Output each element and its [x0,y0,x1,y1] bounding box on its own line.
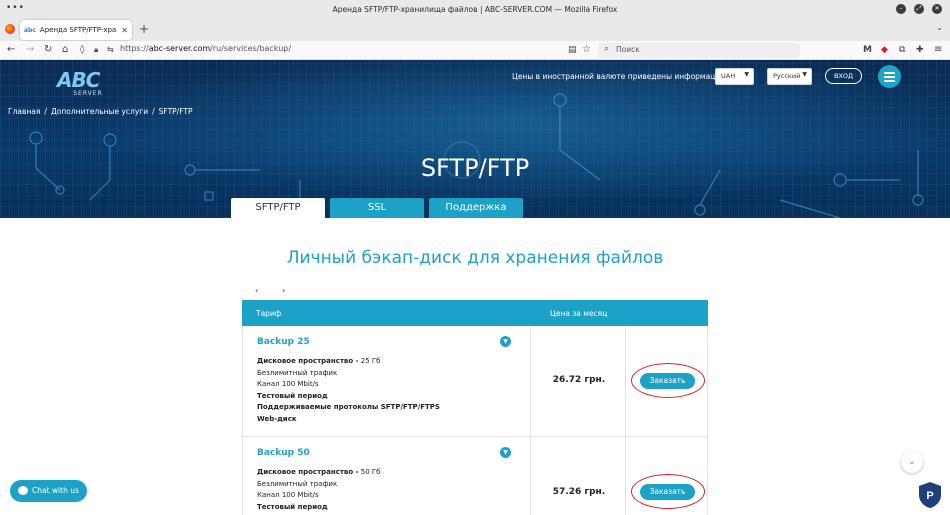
language-select[interactable]: Русский ▼ [767,68,812,85]
back-icon[interactable]: ← [7,44,15,56]
section-heading: Личный бэкап-диск для хранения файлов [286,248,664,268]
pricing-table: Тариф Цена за месяц 26.72 грн. Backup 25… [242,300,708,515]
tab-ssl[interactable]: SSL [330,198,424,218]
breadcrumb-home[interactable]: Главная [8,107,40,116]
gmail-icon[interactable]: M [863,44,872,56]
firefox-icon [5,24,15,34]
url-field[interactable]: https://abc-server.com/ru/services/backu… [120,44,291,53]
service-tabs: SFTP/FTP SSL Поддержка [231,198,523,218]
tab-sftp-ftp[interactable]: SFTP/FTP [231,198,325,218]
table-header: Тариф Цена за месяц [242,300,708,326]
page-title: SFTP/FTP [420,154,530,182]
forward-icon[interactable]: → [26,44,34,56]
new-tab-icon[interactable]: + [139,22,149,36]
pager-next-icon[interactable]: › [282,286,285,295]
search-input[interactable]: ⌕ Поиск [598,43,800,58]
abc-server-logo[interactable]: ABC SERVER [57,68,119,108]
caret-down-icon: ▼ [802,71,807,78]
plan-features: Дисковое пространство - 50 Гб Безлимитны… [257,468,381,511]
table-row: 57.26 грн. Backup 50 ▼ Дисковое простран… [242,437,708,515]
close-tab-icon[interactable]: ✕ [121,26,128,35]
highlight-ring [631,363,705,398]
price-value: 26.72 грн. [552,375,606,385]
plan-features: Дисковое пространство - 25 Гб Безлимитны… [257,357,440,423]
privacy-shield-icon[interactable]: P [918,481,942,509]
minimize-icon[interactable]: – [896,4,906,14]
currency-note: Цены в иностранной валюте приведены инфо… [512,72,740,81]
chevron-down-icon[interactable]: ▼ [500,447,511,458]
price-cell: 57.26 грн. [530,437,626,515]
app-menu-icon[interactable]: ≡ [934,44,942,56]
close-window-icon[interactable]: ✕ [932,4,942,14]
tab-support[interactable]: Поддержка [429,198,523,218]
chevron-down-icon[interactable]: ▼ [500,336,511,347]
breadcrumb-current: SFTP/FTP [158,107,193,116]
table-row: 26.72 грн. Backup 25 ▼ Дисковое простран… [242,326,708,437]
login-button[interactable]: ВХОД [825,68,862,84]
column-header-tariff: Тариф [256,309,282,318]
tab-title: Аренда SFTP/FTP-хранилища [39,26,117,34]
search-icon: ⌕ [604,44,610,54]
extension-shield-icon[interactable]: ◆ [881,44,888,56]
scroll-down-icon[interactable]: ⌄ [901,451,923,473]
price-value: 57.26 грн. [552,487,606,497]
breadcrumb-separator: / [44,107,47,116]
browser-tab[interactable]: abc Аренда SFTP/FTP-хранилища ✕ [20,20,132,40]
window-menu-icon[interactable]: ••• [6,3,25,13]
chat-button[interactable]: Chat with us [10,480,87,502]
home-icon[interactable]: ⌂ [62,44,68,56]
hero-banner: ABC SERVER Цены в иностранной валюте при… [0,60,950,218]
chat-bubble-icon [18,486,28,495]
list-tabs-icon[interactable]: ⌄ [936,23,943,32]
plan-name[interactable]: Backup 50 [257,448,310,458]
screenshot-icon[interactable]: ⧉ [899,44,905,56]
plan-name[interactable]: Backup 25 [257,337,310,347]
currency-select[interactable]: UAH ▼ [715,68,754,85]
breadcrumb-separator: / [152,107,155,116]
svg-text:P: P [926,490,933,502]
reload-icon[interactable]: ↻ [44,44,52,56]
pager-prev-icon[interactable]: ‹ [255,286,258,295]
window-title-bar: ••• Аренда SFTP/FTP-хранилища файлов | A… [0,0,950,18]
tab-strip: abc Аренда SFTP/FTP-хранилища ✕ + ⌄ [0,18,950,41]
price-cell: 26.72 грн. [530,326,626,436]
highlight-ring [631,474,705,509]
column-header-price: Цена за месяц [550,309,608,318]
bookmark-star-icon[interactable]: ☆ [582,44,591,56]
breadcrumb-services[interactable]: Дополнительные услуги [51,107,148,116]
permissions-icon[interactable]: ⇆ [107,44,114,56]
hamburger-menu-icon[interactable] [878,65,901,88]
reader-view-icon[interactable]: ▤ [568,44,577,56]
caret-down-icon: ▼ [744,71,749,78]
abc-favicon-icon: abc [24,26,36,34]
window-title: Аренда SFTP/FTP-хранилища файлов | ABC-S… [332,4,618,14]
extensions-icon[interactable]: ✚ [916,44,924,56]
maximize-icon[interactable]: ⤢ [914,4,924,14]
navigation-bar: ← → ↻ ⌂ ◊ 🔒︎ ⇆ https://abc-server.com/ru… [0,41,950,60]
tracking-shield-icon[interactable]: ◊ [80,44,84,56]
lock-icon[interactable]: 🔒︎ [94,44,98,56]
breadcrumb: Главная / Дополнительные услуги / SFTP/F… [8,107,193,116]
